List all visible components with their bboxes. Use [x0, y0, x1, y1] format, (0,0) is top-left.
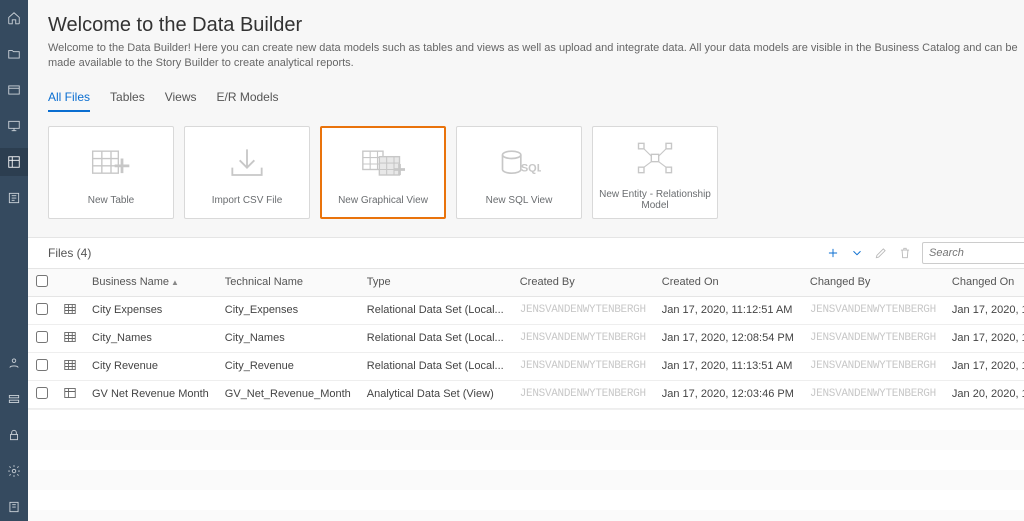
cell-business-name: City_Names: [84, 324, 217, 352]
tile-label: New Entity - Relationship Model: [593, 183, 717, 211]
cell-changed-on: Jan 20, 2020, 11:06:08 AM: [944, 380, 1024, 408]
tile-new-er-model[interactable]: New Entity - Relationship Model: [592, 126, 718, 219]
files-toolbar: Files (4): [28, 237, 1024, 268]
cell-type: Relational Data Set (Local...: [359, 324, 512, 352]
er-model-icon: [633, 133, 677, 183]
cell-business-name: City Expenses: [84, 296, 217, 324]
users-icon[interactable]: [0, 349, 28, 377]
tile-new-table[interactable]: New Table: [48, 126, 174, 219]
col-created-by[interactable]: Created By: [512, 268, 654, 296]
tile-label: Import CSV File: [212, 189, 283, 206]
row-checkbox[interactable]: [36, 303, 48, 315]
cell-changed-on: Jan 17, 2020, 12:08:54 PM: [944, 324, 1024, 352]
page-title: Welcome to the Data Builder: [48, 14, 1024, 37]
files-table: Business Name▲ Technical Name Type Creat…: [28, 268, 1024, 409]
col-technical-name[interactable]: Technical Name: [217, 268, 359, 296]
folder-icon[interactable]: [0, 40, 28, 68]
svg-text:SQL: SQL: [521, 162, 541, 174]
cell-business-name: GV Net Revenue Month: [84, 380, 217, 408]
cell-type: Relational Data Set (Local...: [359, 296, 512, 324]
cell-changed-by: JENSVANDENWYTENBERGH: [802, 296, 944, 324]
connections-icon[interactable]: [0, 385, 28, 413]
col-business-name[interactable]: Business Name▲: [84, 268, 217, 296]
table-icon: [56, 352, 84, 380]
cell-created-by: JENSVANDENWYTENBERGH: [512, 296, 654, 324]
table-icon: [56, 324, 84, 352]
search-box: [922, 242, 1024, 264]
graphical-view-icon: [361, 139, 405, 189]
table-row[interactable]: City RevenueCity_RevenueRelational Data …: [28, 352, 1024, 380]
action-tiles: New Table Import CSV File New Graphical …: [28, 112, 1024, 237]
tile-import-csv[interactable]: Import CSV File: [184, 126, 310, 219]
cell-created-on: Jan 17, 2020, 11:13:51 AM: [654, 352, 802, 380]
cell-created-on: Jan 17, 2020, 12:03:46 PM: [654, 380, 802, 408]
cell-business-name: City Revenue: [84, 352, 217, 380]
col-created-on[interactable]: Created On: [654, 268, 802, 296]
cell-changed-by: JENSVANDENWYTENBERGH: [802, 352, 944, 380]
cell-created-by: JENSVANDENWYTENBERGH: [512, 380, 654, 408]
cell-technical-name: City_Revenue: [217, 352, 359, 380]
settings-icon[interactable]: [0, 457, 28, 485]
import-csv-icon: [225, 139, 269, 189]
repository-icon[interactable]: [0, 76, 28, 104]
data-access-icon[interactable]: [0, 184, 28, 212]
tab-tables[interactable]: Tables: [110, 90, 145, 112]
tile-new-sql-view[interactable]: SQL New SQL View: [456, 126, 582, 219]
side-navigation: [0, 0, 28, 521]
view-tabs: All Files Tables Views E/R Models: [28, 82, 1024, 112]
row-checkbox[interactable]: [36, 359, 48, 371]
cell-changed-on: Jan 17, 2020, 11:14:08 AM: [944, 296, 1024, 324]
cell-changed-on: Jan 17, 2020, 11:14:37 AM: [944, 352, 1024, 380]
tab-all-files[interactable]: All Files: [48, 90, 90, 112]
add-icon[interactable]: [826, 246, 840, 260]
cell-type: Analytical Data Set (View): [359, 380, 512, 408]
col-type[interactable]: Type: [359, 268, 512, 296]
chevron-down-icon[interactable]: [850, 246, 864, 260]
select-all-header: [28, 268, 56, 296]
cell-created-on: Jan 17, 2020, 11:12:51 AM: [654, 296, 802, 324]
delete-icon[interactable]: [898, 246, 912, 260]
data-builder-icon[interactable]: [0, 148, 28, 176]
cell-created-by: JENSVANDENWYTENBERGH: [512, 352, 654, 380]
cell-type: Relational Data Set (Local...: [359, 352, 512, 380]
table-row[interactable]: City ExpensesCity_ExpensesRelational Dat…: [28, 296, 1024, 324]
cell-created-on: Jan 17, 2020, 12:08:54 PM: [654, 324, 802, 352]
tab-views[interactable]: Views: [165, 90, 197, 112]
col-changed-on[interactable]: Changed On: [944, 268, 1024, 296]
help-icon[interactable]: [0, 493, 28, 521]
tile-label: New Graphical View: [338, 189, 428, 206]
sort-asc-icon: ▲: [171, 278, 179, 287]
monitor-icon[interactable]: [0, 112, 28, 140]
table-icon: [56, 296, 84, 324]
new-table-icon: [89, 139, 133, 189]
files-count-label: Files (4): [48, 246, 826, 260]
page-header: Welcome to the Data Builder Welcome to t…: [28, 0, 1024, 82]
row-checkbox[interactable]: [36, 331, 48, 343]
tile-new-graphical-view[interactable]: New Graphical View: [320, 126, 446, 219]
cell-technical-name: GV_Net_Revenue_Month: [217, 380, 359, 408]
sql-view-icon: SQL: [497, 139, 541, 189]
empty-rows-area: [28, 409, 1024, 521]
view-icon: [56, 380, 84, 408]
col-changed-by[interactable]: Changed By: [802, 268, 944, 296]
cell-technical-name: City_Expenses: [217, 296, 359, 324]
select-all-checkbox[interactable]: [36, 275, 48, 287]
table-header-row: Business Name▲ Technical Name Type Creat…: [28, 268, 1024, 296]
cell-created-by: JENSVANDENWYTENBERGH: [512, 324, 654, 352]
home-icon[interactable]: [0, 4, 28, 32]
table-row[interactable]: City_NamesCity_NamesRelational Data Set …: [28, 324, 1024, 352]
tile-label: New Table: [88, 189, 135, 206]
edit-icon[interactable]: [874, 246, 888, 260]
cell-changed-by: JENSVANDENWYTENBERGH: [802, 380, 944, 408]
cell-changed-by: JENSVANDENWYTENBERGH: [802, 324, 944, 352]
row-checkbox[interactable]: [36, 387, 48, 399]
tab-er-models[interactable]: E/R Models: [217, 90, 279, 112]
search-input[interactable]: [922, 242, 1024, 264]
tile-label: New SQL View: [486, 189, 553, 206]
security-icon[interactable]: [0, 421, 28, 449]
cell-technical-name: City_Names: [217, 324, 359, 352]
page-description: Welcome to the Data Builder! Here you ca…: [48, 41, 1024, 72]
table-row[interactable]: GV Net Revenue MonthGV_Net_Revenue_Month…: [28, 380, 1024, 408]
